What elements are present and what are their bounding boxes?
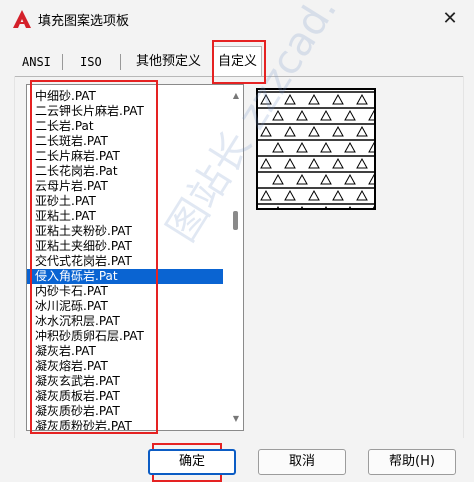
window-title: 填充图案选项板 xyxy=(38,14,130,29)
hatch-triangle xyxy=(356,157,368,169)
hatch-triangle xyxy=(368,109,374,121)
hatch-triangle xyxy=(284,189,296,201)
hatch-triangle xyxy=(356,189,368,201)
hatch-triangle xyxy=(272,173,284,185)
hatch-triangle xyxy=(372,205,374,208)
pattern-list-item[interactable]: 二长岩.Pat xyxy=(27,119,223,134)
pattern-list-item[interactable]: 二云钾长片麻岩.PAT xyxy=(27,104,223,119)
hatch-triangle xyxy=(272,109,284,121)
pattern-list-item[interactable]: 云母片岩.PAT xyxy=(27,179,223,194)
hatch-triangle xyxy=(332,125,344,137)
tab-other-predefined[interactable]: 其他预定义 xyxy=(132,50,205,74)
pattern-list-item[interactable]: 凝灰质粉砂岩.PAT xyxy=(27,419,223,430)
hatch-triangle xyxy=(276,205,280,208)
autocad-logo-icon xyxy=(13,10,31,28)
hatch-triangle xyxy=(272,141,284,153)
pattern-list-item[interactable]: 凝灰质砂岩.PAT xyxy=(27,404,223,419)
scroll-thumb[interactable] xyxy=(233,211,238,230)
pattern-list-item[interactable]: 冰川泥砾.PAT xyxy=(27,299,223,314)
hatch-triangle xyxy=(332,189,344,201)
hatch-triangle xyxy=(308,157,320,169)
ok-button[interactable]: 确定 xyxy=(148,449,236,475)
pattern-list-item[interactable]: 内砂卡石.PAT xyxy=(27,284,223,299)
hatch-triangle xyxy=(284,157,296,169)
pattern-list-item[interactable]: 二长斑岩.PAT xyxy=(27,134,223,149)
hatch-triangle xyxy=(296,109,308,121)
pattern-list-item[interactable]: 侵入角砾岩.Pat xyxy=(27,269,223,284)
hatch-triangle xyxy=(332,93,344,105)
pattern-list-item[interactable]: 中细砂.PAT xyxy=(27,89,223,104)
pattern-list-item[interactable]: 凝灰岩.PAT xyxy=(27,344,223,359)
hatch-triangle xyxy=(260,125,272,137)
tab-divider xyxy=(120,54,121,70)
hatch-triangle xyxy=(356,93,368,105)
hatch-triangle xyxy=(344,109,356,121)
hatch-triangle xyxy=(308,93,320,105)
hatch-triangle xyxy=(344,141,356,153)
tab-iso[interactable]: ISO xyxy=(76,50,106,74)
pattern-preview xyxy=(256,88,376,210)
hatch-triangle xyxy=(320,173,332,185)
hatch-triangle xyxy=(296,173,308,185)
pattern-list-item[interactable]: 交代式花岗岩.PAT xyxy=(27,254,223,269)
hatch-triangle xyxy=(308,189,320,201)
title-bar: 填充图案选项板 ✕ xyxy=(0,0,474,40)
pattern-list: 中细砂.PAT 二云钾长片麻岩.PAT 二长岩.Pat 二长斑岩.PAT 二长片麻岩.P… xyxy=(27,89,223,430)
pattern-list-item[interactable]: 亚粘土夹粉砂.PAT xyxy=(27,224,223,239)
pattern-list-item[interactable]: 凝灰质板岩.PAT xyxy=(27,389,223,404)
hatch-triangle xyxy=(284,125,296,137)
close-icon: ✕ xyxy=(442,8,458,29)
pattern-list-item[interactable]: 冲积砂质卵石层.PAT xyxy=(27,329,223,344)
triangle-pattern-swatch xyxy=(258,91,374,208)
tab-ansi[interactable]: ANSI xyxy=(18,50,55,74)
hatch-triangle xyxy=(300,205,304,208)
scroll-up-arrow-icon[interactable]: ▲ xyxy=(231,91,241,101)
cancel-button[interactable]: 取消 xyxy=(258,449,346,475)
hatch-triangle xyxy=(320,141,332,153)
hatch-triangle xyxy=(284,93,296,105)
pattern-list-item[interactable]: 凝灰熔岩.PAT xyxy=(27,359,223,374)
help-button[interactable]: 帮助(H) xyxy=(368,449,456,475)
pattern-list-item[interactable]: 亚粘土.PAT xyxy=(27,209,223,224)
list-scrollbar[interactable]: ▲ ▼ xyxy=(229,85,243,430)
hatch-triangle xyxy=(368,141,374,153)
hatch-triangle xyxy=(324,205,328,208)
scroll-down-arrow-icon[interactable]: ▼ xyxy=(231,414,241,424)
tab-custom[interactable]: 自定义 xyxy=(213,46,263,77)
pattern-list-item[interactable]: 二长片麻岩.PAT xyxy=(27,149,223,164)
pattern-list-item[interactable]: 冰水沉积层.PAT xyxy=(27,314,223,329)
pattern-list-item[interactable]: 二长花岗岩.Pat xyxy=(27,164,223,179)
hatch-triangle xyxy=(348,205,352,208)
hatch-triangle xyxy=(260,157,272,169)
hatch-triangle xyxy=(344,173,356,185)
hatch-triangle xyxy=(332,157,344,169)
hatch-triangle xyxy=(260,189,272,201)
pattern-listbox[interactable]: 中细砂.PAT 二云钾长片麻岩.PAT 二长岩.Pat 二长斑岩.PAT 二长片麻岩.P… xyxy=(26,84,244,431)
pattern-list-item[interactable]: 亚粘土夹细砂.PAT xyxy=(27,239,223,254)
hatch-triangle xyxy=(320,109,332,121)
hatch-triangle xyxy=(308,125,320,137)
pattern-list-item[interactable]: 亚砂土.PAT xyxy=(27,194,223,209)
tab-divider xyxy=(62,54,63,70)
hatch-triangle xyxy=(356,125,368,137)
hatch-triangle xyxy=(260,93,272,105)
pattern-list-item[interactable]: 凝灰玄武岩.PAT xyxy=(27,374,223,389)
tab-bar: ANSI ISO 其他预定义 自定义 xyxy=(14,46,464,77)
close-button[interactable]: ✕ xyxy=(432,4,468,34)
hatch-triangle xyxy=(296,141,308,153)
hatch-triangle xyxy=(368,173,374,185)
